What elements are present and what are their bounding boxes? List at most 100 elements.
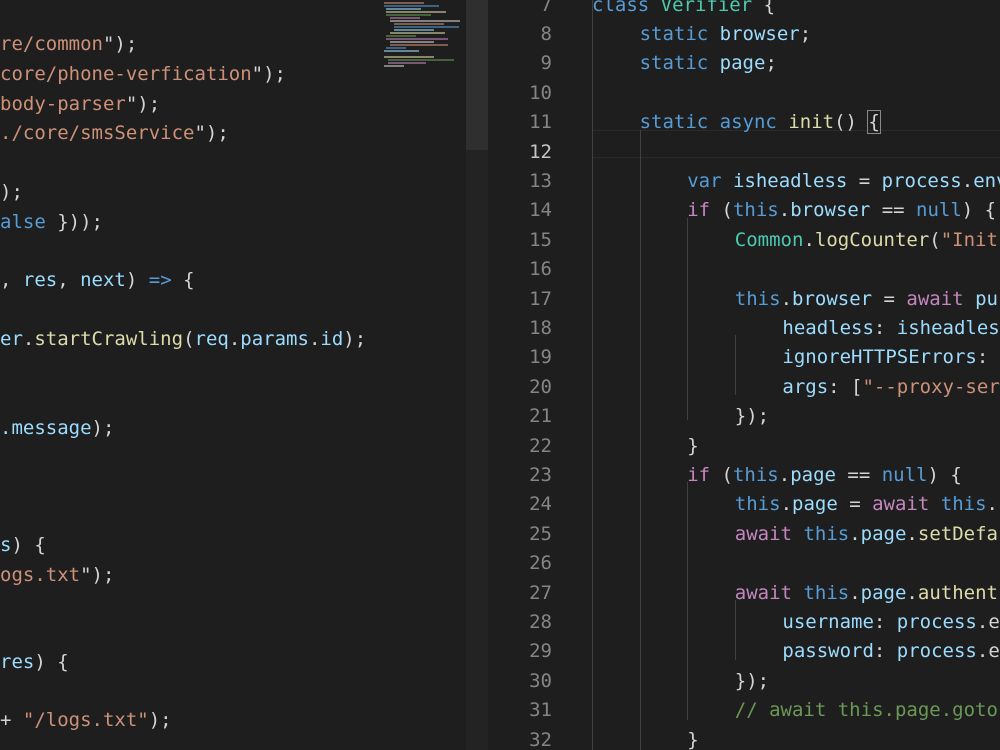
code-token: Verifier [660,0,753,16]
line-number: 17 [529,287,552,310]
code-line[interactable]: headless: isheadless [782,314,1000,342]
minimap-line [384,50,419,52]
code-token: ); [343,328,367,350]
line-number: 26 [529,552,552,575]
code-line[interactable]: this.page = await this. [735,490,998,518]
code-line[interactable]: er.startCrawling(req.params.id); [0,325,366,353]
code-line[interactable]: args: ["--proxy-ser [782,373,999,401]
line-number: 30 [529,669,552,692]
code-token: . [780,287,793,310]
code-token: . [778,463,791,486]
scrollbar-thumb[interactable] [466,0,488,150]
line-number: 21 [529,405,552,428]
code-token: static [639,111,720,134]
code-token: this [732,463,779,486]
minimap-scrollbar[interactable] [466,0,488,750]
left-editor-pane[interactable]: re/common"); core/phone-verfication"); bod… [0,0,372,750]
code-line[interactable]: await this.page.authent [735,579,998,607]
code-line[interactable]: if (this.browser == null) { [687,196,996,224]
code-token: }); [734,669,770,692]
code-line[interactable]: s) { [0,531,46,559]
code-token: isheadless [732,169,848,192]
code-line[interactable]: body-parser"); [0,90,160,118]
code-token: = [872,287,907,310]
code-token: : [976,346,1000,369]
code-line[interactable]: core/phone-verfication"); [0,60,286,88]
code-line[interactable]: ); [0,178,23,206]
code-token: if [687,199,722,222]
line-number: 18 [529,316,552,339]
code-token: core/phone-verfication [0,63,252,85]
code-token: ) [125,269,149,291]
code-token: res [22,269,58,291]
indent-guide [592,0,593,750]
code-line[interactable]: if (this.page == null) { [687,461,962,489]
indent-guide [687,218,689,420]
line-number: 22 [529,434,552,457]
minimap-line [386,38,448,40]
code-line[interactable]: res) { [0,648,69,676]
code-line[interactable]: static browser; [640,20,812,48]
code-line[interactable]: Common.logCounter("Init [735,226,998,254]
code-token: ); [148,709,172,731]
code-line[interactable]: .message); [0,414,114,442]
code-token: params [240,328,309,350]
code-line[interactable]: + "/logs.txt"); [0,706,172,734]
code-line[interactable]: var isheadless = process.env [687,167,1000,195]
code-line[interactable]: class Verifier { [592,0,775,19]
code-line[interactable]: }); [735,402,769,430]
minimap-line [386,14,431,16]
code-token: next [80,269,126,291]
code-token: process [881,169,962,192]
code-line[interactable]: } [687,726,698,750]
code-token: body-parser [0,93,126,115]
code-line[interactable]: } [687,432,698,460]
code-token: browser [790,199,871,222]
code-token: setDefa [917,522,998,545]
code-line[interactable]: re/common"); [0,30,137,58]
code-token: . [228,328,241,350]
code-token: await [872,493,941,516]
code-line[interactable]: }); [735,667,769,695]
code-token: await [906,287,976,310]
line-number: 19 [529,346,552,369]
code-token: this [734,493,781,516]
code-token: ./core/smsService [0,122,195,144]
code-token: . [906,522,918,545]
code-line[interactable]: ogs.txt"); [0,561,114,589]
code-line[interactable]: // await this.page.goto [735,696,998,724]
code-comment: // await this.page.goto [734,699,998,722]
minimap-line [394,26,459,28]
code-line[interactable]: password: process.e [782,637,999,665]
code-token: this [734,287,781,310]
code-token: username [782,610,874,633]
code-token: ignoreHTTPSErrors [782,346,977,369]
minimap[interactable] [372,0,466,750]
code-token: var [687,169,733,192]
code-token: id [320,328,344,350]
code-token: => [148,269,172,291]
minimap-line [384,5,439,7]
code-token: . [803,228,815,251]
line-number: 25 [529,522,552,545]
code-token: . [778,199,791,222]
code-line[interactable]: static async init() { [639,108,881,136]
code-line[interactable]: alse })); [0,208,103,236]
code-token: browser [719,22,800,45]
main-editor-pane[interactable]: class Verifier {static browser; static pa… [560,0,1000,750]
code-line[interactable]: ./core/smsService"); [0,119,229,147]
code-token: Common [734,228,804,251]
code-line[interactable]: ignoreHTTPSErrors: [782,343,999,371]
line-number: 20 [529,375,552,398]
minimap-line [386,35,416,37]
code-token: () [834,111,869,134]
code-token: ( [183,328,195,350]
line-number: 8 [540,22,552,45]
code-line[interactable]: , res, next) => { [0,266,195,294]
code-line[interactable]: static page; [640,49,777,77]
minimap-line [388,62,426,64]
code-line[interactable]: this.browser = await pu [735,285,998,313]
code-line[interactable]: username: process.e [782,608,999,636]
code-token: headless [782,316,874,339]
code-line[interactable]: await this.page.setDefa [735,520,998,548]
